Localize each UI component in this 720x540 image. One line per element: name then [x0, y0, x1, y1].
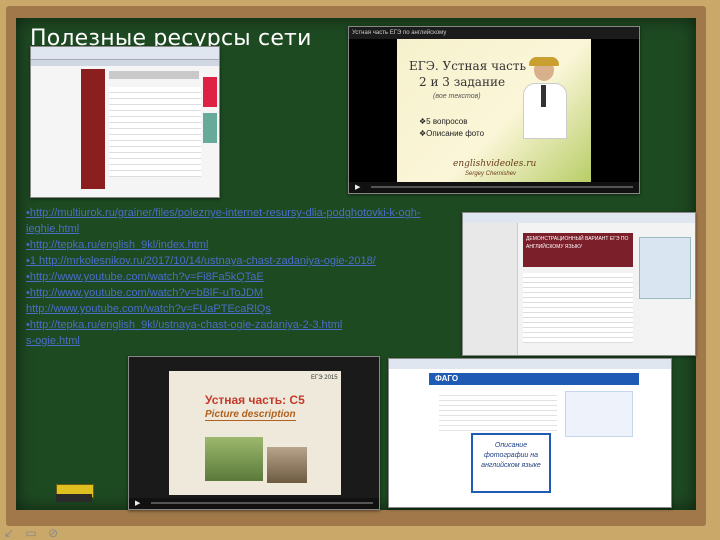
site-panel: Описание фотографии на английском языке [471, 433, 551, 493]
brand-text: englishvideoles.ru [453, 159, 537, 169]
video-controls[interactable]: ▶ [349, 182, 639, 193]
video-year: ЕГЭ 2015 [311, 375, 338, 381]
slide-controls[interactable]: ↙ ▭ ⊘ [4, 526, 62, 540]
video2-subheading: Picture description [205, 409, 296, 421]
link-ogie-html[interactable]: s-ogie.html [26, 335, 80, 347]
video2-heading: Устная часть: С5 [205, 393, 305, 407]
play-icon[interactable]: ▶ [355, 183, 360, 191]
video-title-bar: Устная часть ЕГЭ по английскому [349, 27, 639, 39]
video-subheading: 2 и 3 задание [419, 75, 506, 89]
site-left-column [463, 223, 518, 355]
link-youtube-1[interactable]: •http://www.youtube.com/watch?v=Fi8Fa5kQ… [26, 271, 264, 283]
video-heading: ЕГЭ. Устная часть [409, 59, 527, 73]
picture-photo-2 [267, 447, 307, 483]
link-youtube-2[interactable]: •http://www.youtube.com/watch?v=bBlF-uTo… [26, 287, 263, 299]
site-brand: ФАГО [435, 374, 459, 383]
video-bullet-questions: ❖5 вопросов [419, 117, 468, 126]
site-content-table [109, 87, 201, 177]
video-subtitle: (вое текстов) [433, 93, 481, 100]
website-screenshot-2: ДЕМОНСТРАЦИОННЫЙ ВАРИАНТ ЕГЭ ПО АНГЛИЙСК… [462, 212, 696, 356]
video-bullet-photo: ❖Описание фото [419, 129, 485, 138]
site-banner: ДЕМОНСТРАЦИОННЫЙ ВАРИАНТ ЕГЭ ПО АНГЛИЙСК… [523, 233, 633, 267]
video-screenshot-1[interactable]: Устная часть ЕГЭ по английскому ЕГЭ. Уст… [348, 26, 640, 194]
link-multiurok[interactable]: •http://multiurok.ru/grainer/files/polez… [26, 207, 421, 235]
video-screenshot-2[interactable]: ЕГЭ 2015 Устная часть: С5 Picture descri… [128, 356, 380, 510]
browser-toolbar [31, 47, 219, 60]
play-icon[interactable]: ▶ [135, 499, 140, 507]
site-header: ФАГО [429, 373, 639, 385]
link-mrkolesnikov[interactable]: •1 http://mrkolesnikov.ru/2017/10/14/ust… [26, 255, 376, 267]
picture-photo-1 [205, 437, 263, 481]
author-text: Sergey Chernishev [465, 171, 517, 177]
links-list: •http://multiurok.ru/grainer/files/polez… [26, 205, 466, 349]
website-screenshot-1 [30, 46, 220, 198]
presenter-photo [521, 57, 567, 139]
link-tepka-ustnaya[interactable]: •http://tepka.ru/english_9kl/ustnaya-cha… [26, 319, 342, 331]
site-sidebar [81, 69, 105, 189]
link-tepka-index[interactable]: •http://tepka.ru/english_9kl/index.html [26, 239, 208, 251]
video2-controls[interactable]: ▶ [129, 498, 379, 509]
website-screenshot-3: ФАГО Описание фотографии на английском я… [388, 358, 672, 508]
link-youtube-3[interactable]: http://www.youtube.com/watch?v=FUaPTEcaR… [26, 303, 271, 315]
